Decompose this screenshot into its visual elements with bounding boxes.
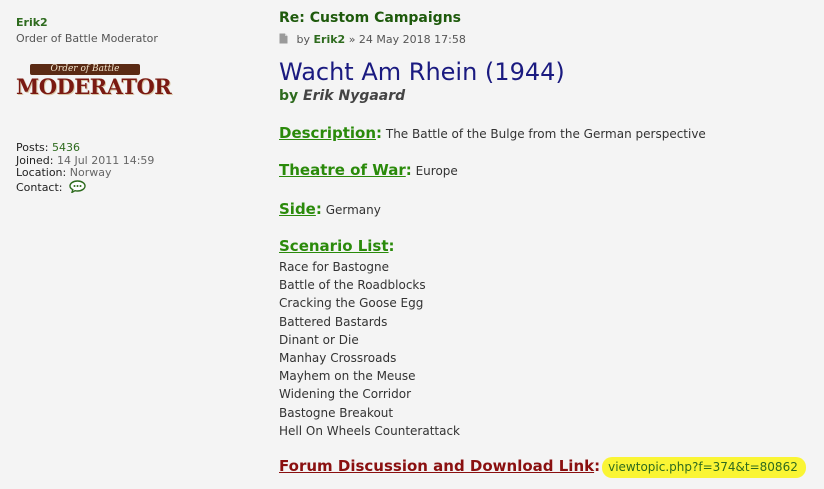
rank-title: Order of Battle Moderator <box>16 32 158 45</box>
rank-image: Order of Battle MODERATOR <box>16 64 172 102</box>
scenario-item: Hell On Wheels Counterattack <box>279 423 461 438</box>
scenario-item: Widening the Corridor <box>279 387 412 402</box>
forum-label: Forum Discussion and Download Link <box>279 457 595 475</box>
byline: by Erik Nygaard <box>279 88 405 104</box>
location-value: Norway <box>69 166 112 179</box>
byline-prefix: by <box>279 88 299 104</box>
document-icon[interactable] <box>279 33 288 47</box>
side-label: Side <box>279 200 316 218</box>
scenario-item: Mayhem on the Meuse <box>279 369 416 384</box>
post-timestamp: 24 May 2018 17:58 <box>358 33 466 46</box>
post-profile: Erik2 Order of Battle Moderator Order of… <box>16 16 266 196</box>
contact-row: Contact: <box>16 179 266 197</box>
scenario-item: Dinant or Die <box>279 332 359 347</box>
meta-separator: » <box>348 33 356 46</box>
meta-prefix: by <box>296 33 311 46</box>
scenario-item: Cracking the Goose Egg <box>279 296 424 311</box>
post-meta: by Erik2 » 24 May 2018 17:58 <box>279 33 466 47</box>
description-section: Description: The Battle of the Bulge fro… <box>279 124 706 142</box>
scenario-item: Bastogne Breakout <box>279 405 394 420</box>
joined-label: Joined: <box>16 153 54 167</box>
joined-value: 14 Jul 2011 14:59 <box>56 153 155 167</box>
theatre-value: Europe <box>415 164 458 178</box>
scenario-list: Race for Bastogne Battle of the Roadbloc… <box>279 258 460 440</box>
profile-details: Posts: 5436 Joined: 14 Jul 2011 14:59 Lo… <box>16 141 266 197</box>
posts-label: Posts: <box>16 141 49 154</box>
scenario-label: Scenario List <box>279 237 389 255</box>
byline-name: Erik Nygaard <box>303 88 406 104</box>
author-link[interactable]: Erik2 <box>314 33 346 46</box>
theatre-section: Theatre of War: Europe <box>279 161 458 179</box>
description-label: Description <box>279 124 377 142</box>
username-link[interactable]: Erik2 <box>16 16 266 29</box>
post-title-link[interactable]: Re: Custom Campaigns <box>279 10 461 26</box>
scenario-item: Battle of the Roadblocks <box>279 278 426 293</box>
forum-download-link[interactable]: viewtopic.php?f=374&t=80862 <box>602 457 806 478</box>
location-label: Location: <box>16 166 67 179</box>
posts-count-link[interactable]: 5436 <box>52 141 80 154</box>
theatre-label: Theatre of War <box>279 161 406 179</box>
scenario-item: Race for Bastogne <box>279 260 390 274</box>
contact-label: Contact: <box>16 180 63 194</box>
scenario-item: Battered Bastards <box>279 314 388 329</box>
scenario-item: Manhay Crossroads <box>279 350 397 365</box>
side-section: Side: Germany <box>279 200 381 218</box>
forum-section: Forum Discussion and Download Link: viewt… <box>279 457 806 478</box>
rank-image-main-text: MODERATOR <box>16 74 172 99</box>
campaign-title: Wacht Am Rhein (1944) <box>279 58 565 86</box>
speech-bubble-icon[interactable] <box>69 179 86 197</box>
location-row: Location: Norway <box>16 166 266 180</box>
description-value: The Battle of the Bulge from the German … <box>385 127 706 141</box>
side-value: Germany <box>325 203 381 217</box>
scenario-section: Scenario List: <box>279 237 395 255</box>
